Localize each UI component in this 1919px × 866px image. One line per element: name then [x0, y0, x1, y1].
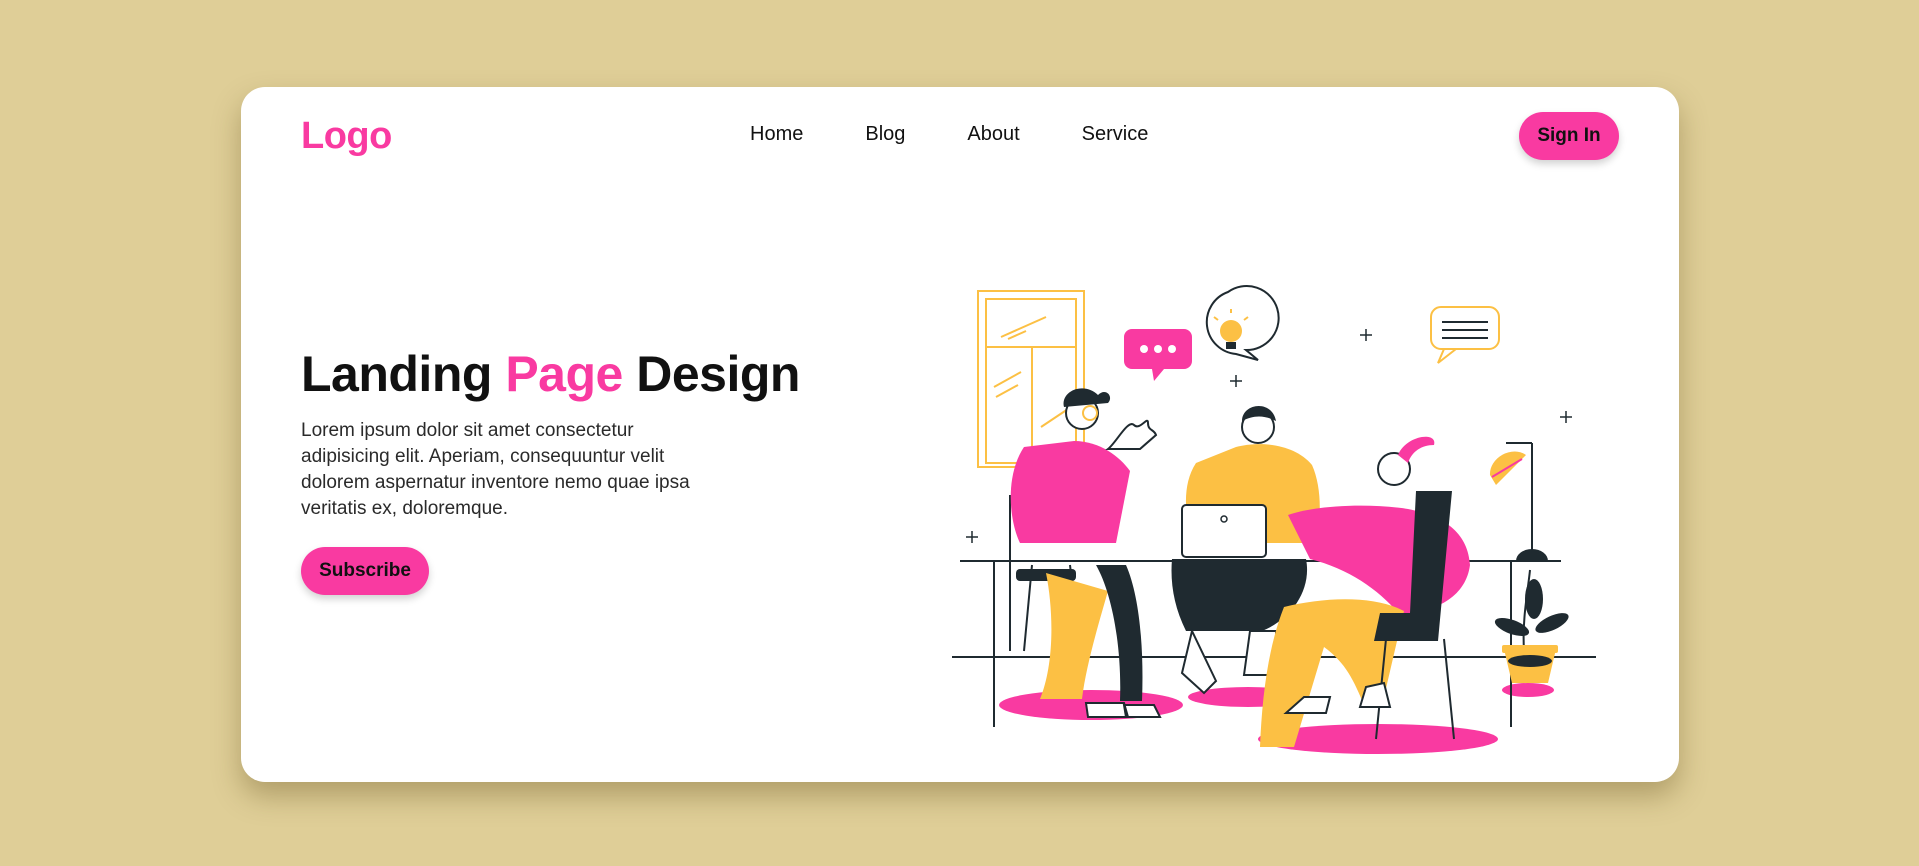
- floor-shadow: [1502, 683, 1554, 697]
- nav-blog[interactable]: Blog: [865, 123, 905, 146]
- message-lines-icon: [1430, 306, 1500, 364]
- window-illustration: [977, 290, 1085, 468]
- hero-title-accent: Page: [505, 346, 623, 402]
- hero-title-part1: Landing: [301, 346, 506, 402]
- lightbulb-icon: [1205, 285, 1280, 361]
- hero-description: Lorem ipsum dolor sit amet consectetur a…: [301, 420, 690, 519]
- team-meeting-illustration: [952, 285, 1596, 754]
- hero-title-part2: Design: [622, 346, 800, 402]
- logo[interactable]: Logo: [301, 115, 392, 158]
- nav-service[interactable]: Service: [1082, 123, 1149, 146]
- chat-dots-icon: [1124, 329, 1192, 381]
- lamp-illustration: [1489, 442, 1548, 561]
- main-nav: Home Blog About Service: [750, 123, 1148, 146]
- nav-home[interactable]: Home: [750, 123, 803, 146]
- sign-in-button[interactable]: Sign In: [1519, 112, 1619, 160]
- landing-card: Logo Home Blog About Service Sign In Lan…: [241, 87, 1679, 782]
- nav-about[interactable]: About: [967, 123, 1019, 146]
- plant-illustration: [1494, 569, 1569, 683]
- subscribe-button[interactable]: Subscribe: [301, 547, 429, 595]
- hero-title: Landing Page Design: [301, 345, 800, 403]
